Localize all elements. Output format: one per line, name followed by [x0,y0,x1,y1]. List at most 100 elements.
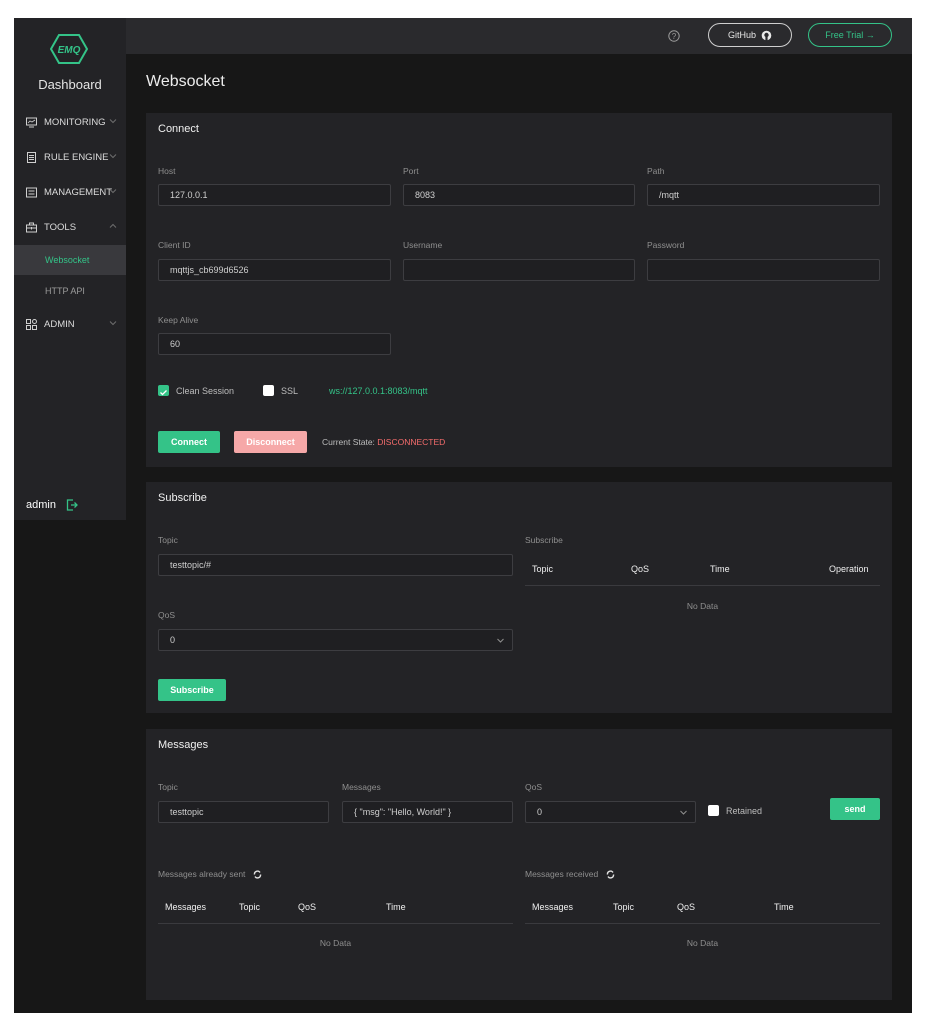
app-window: EMQ Dashboard MONITORING RULE ENGINE MAN… [14,18,912,1013]
refresh-icon[interactable] [606,869,615,879]
msg-topic-label: Topic [158,782,178,792]
messages-panel: Messages Topic testtopic Messages { "msg… [146,729,892,1000]
state-label: Current State: [322,437,375,447]
host-input[interactable]: 127.0.0.1 [158,184,391,206]
topic-input[interactable]: testtopic/# [158,554,513,576]
qos-select[interactable]: 0 [158,629,513,651]
github-button[interactable]: GitHub [708,23,792,47]
table-header-divider [158,923,513,924]
column-header: QoS [298,902,317,912]
table-header-divider [525,585,880,586]
logout-icon[interactable] [66,499,78,511]
subscriptions-empty: No Data [686,601,719,611]
github-icon [761,30,772,40]
ssl-checkbox[interactable] [263,385,274,396]
sidebar-item-label: MONITORING [44,116,106,128]
help-icon[interactable]: ? [668,30,680,42]
client-id-label: Client ID [158,240,191,250]
column-header: Operation [829,564,869,574]
chevron-down-icon [680,810,687,815]
subscribe-button[interactable]: Subscribe [158,679,226,701]
list-icon [26,187,37,197]
qos-label: QoS [158,610,176,620]
sidebar-subitem-websocket[interactable]: Websocket [14,245,126,275]
sent-empty: No Data [319,938,352,948]
path-input[interactable]: /mqtt [647,184,880,206]
retained-checkbox[interactable] [708,805,719,816]
dashboard-title: Dashboard [38,77,102,92]
page-title: Websocket [146,73,225,90]
free-trial-button[interactable]: Free Trial → [808,23,892,47]
sent-section-header: Messages already sent [158,869,262,879]
check-icon [160,390,167,396]
connection-url: ws://127.0.0.1:8083/mqtt [329,386,428,396]
topic-label: Topic [158,535,178,545]
chevron-down-icon [109,321,117,326]
username: admin [26,499,56,511]
disconnect-button[interactable]: Disconnect [234,431,307,453]
refresh-icon[interactable] [253,869,262,879]
toolbox-icon [26,222,37,232]
keepalive-input[interactable]: 60 [158,333,391,355]
panel-title: Connect [158,123,199,135]
sent-label: Messages already sent [158,869,246,879]
username-label: Username [403,240,443,250]
ssl-label: SSL [281,386,299,396]
sidebar-item-monitoring[interactable]: MONITORING [14,106,126,138]
sidebar-item-label: RULE ENGINE [44,151,109,163]
chevron-up-icon [109,223,117,228]
qos-value: 0 [170,635,176,645]
msg-topic-input[interactable]: testtopic [158,801,329,823]
sidebar-item-label: TOOLS [44,221,77,233]
sidebar-item-management[interactable]: MANAGEMENT [14,176,126,208]
password-label: Password [647,240,685,250]
user-section: admin [26,499,78,511]
column-header: QoS [677,902,696,912]
column-header: Messages [532,902,574,912]
password-input[interactable] [647,259,880,281]
column-header: Time [710,564,730,574]
emq-logo[interactable]: EMQ [50,34,88,64]
msg-qos-value: 0 [537,807,543,817]
chevron-down-icon [109,189,117,194]
sidebar: EMQ Dashboard MONITORING RULE ENGINE MAN… [14,18,126,520]
username-input[interactable] [403,259,635,281]
received-empty: No Data [686,938,719,948]
current-state: Current State: DISCONNECTED [322,437,445,447]
host-label: Host [158,166,176,176]
column-header: Time [774,902,794,912]
connect-button[interactable]: Connect [158,431,220,453]
svg-text:?: ? [672,32,677,41]
sidebar-subitem-http-api[interactable]: HTTP API [14,276,126,306]
client-id-input[interactable]: mqttjs_cb699d6526 [158,259,391,281]
sidebar-item-admin[interactable]: ADMIN [14,308,126,340]
top-header: ? GitHub Free Trial → [126,18,912,54]
keepalive-label: Keep Alive [158,315,199,325]
sidebar-item-rule-engine[interactable]: RULE ENGINE [14,141,126,173]
msg-payload-input[interactable]: { "msg": "Hello, World!" } [342,801,513,823]
port-input[interactable]: 8083 [403,184,635,206]
msg-qos-select[interactable]: 0 [525,801,696,823]
sidebar-item-label: ADMIN [44,318,75,330]
retained-label: Retained [726,806,763,816]
monitor-icon [26,117,37,127]
path-label: Path [647,166,665,176]
sidebar-item-label: MANAGEMENT [44,186,113,198]
github-label: GitHub [727,30,756,40]
msg-qos-label: QoS [525,782,543,792]
send-button[interactable]: send [830,798,880,820]
chevron-down-icon [497,638,504,643]
column-header: Time [386,902,406,912]
sidebar-item-tools[interactable]: TOOLS [14,211,126,243]
connect-panel: Connect Host 127.0.0.1 Port 8083 Path /m… [146,113,892,467]
port-label: Port [403,166,419,176]
clean-session-checkbox[interactable] [158,385,169,396]
chevron-down-icon [109,119,117,124]
logo-text: EMQ [58,45,81,56]
clean-session-label: Clean Session [176,386,235,396]
msg-payload-label: Messages [342,782,381,792]
received-section-header: Messages received [525,869,615,879]
column-header: Topic [613,902,635,912]
panel-title: Subscribe [158,492,207,504]
panel-title: Messages [158,739,209,751]
